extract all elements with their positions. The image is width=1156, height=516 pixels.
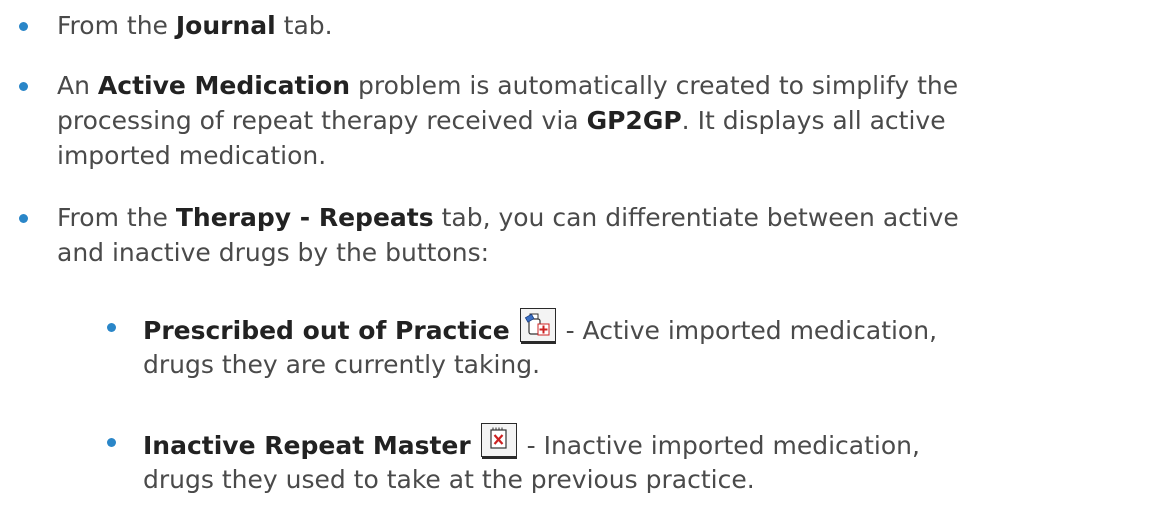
bullet-text-line-3: imported medication. bbox=[57, 141, 327, 170]
bullet-dot bbox=[107, 438, 116, 447]
sub-bullet-text-line-1: Prescribed out of Practice - Active impo… bbox=[143, 308, 937, 348]
bullet-text-line-2: and inactive drugs by the buttons: bbox=[57, 238, 490, 267]
sub-bullet-text-line-2: drugs they used to take at the previous … bbox=[143, 465, 755, 494]
bullet-text-line-2: processing of repeat therapy received vi… bbox=[57, 106, 946, 135]
sub-bullet-text-line-1: Inactive Repeat Master - Inactive import… bbox=[143, 423, 920, 463]
inactive-repeat-master-icon bbox=[480, 423, 517, 459]
prescribed-out-of-practice-icon bbox=[519, 308, 556, 344]
sub-bullet-text-line-2: drugs they are currently taking. bbox=[143, 350, 541, 379]
bullet-text-line-1: From the Therapy - Repeats tab, you can … bbox=[57, 203, 959, 232]
gp2gp-label: GP2GP bbox=[586, 106, 682, 135]
inactive-repeat-master-label: Inactive Repeat Master bbox=[143, 431, 471, 460]
active-medication-label: Active Medication bbox=[97, 71, 351, 100]
bullet-text-line-1: An Active Medication problem is automati… bbox=[57, 71, 959, 100]
bullet-dot bbox=[107, 323, 116, 332]
prescribed-out-of-practice-label: Prescribed out of Practice bbox=[143, 316, 510, 345]
bullet-dot bbox=[19, 214, 28, 223]
journal-label: Journal bbox=[175, 11, 276, 40]
bullet-dot bbox=[19, 22, 28, 31]
bullet-text: From the Journal tab. bbox=[57, 11, 333, 40]
bullet-dot bbox=[19, 82, 28, 91]
therapy-repeats-label: Therapy - Repeats bbox=[175, 203, 434, 232]
